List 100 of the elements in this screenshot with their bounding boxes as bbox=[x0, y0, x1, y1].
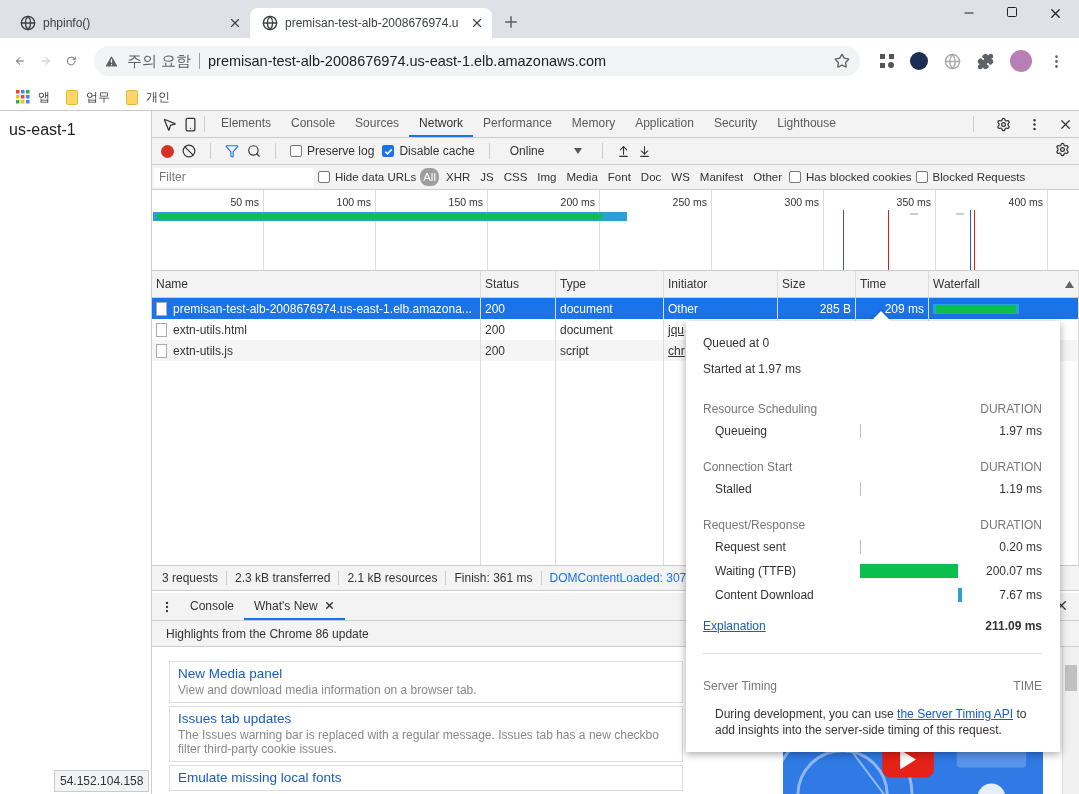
close-icon[interactable] bbox=[1048, 6, 1063, 21]
panel-tab[interactable]: Elements bbox=[211, 111, 282, 137]
column-label: DURATION bbox=[980, 518, 1042, 532]
column-header[interactable]: Type bbox=[556, 271, 664, 297]
panel-tab[interactable]: Sources bbox=[345, 111, 410, 137]
panel-tab[interactable]: Security bbox=[703, 111, 768, 137]
panel-tab[interactable]: Lighthouse bbox=[767, 111, 846, 137]
card-title[interactable]: Issues tab updates bbox=[178, 711, 674, 726]
column-header[interactable]: Time bbox=[856, 271, 929, 297]
checkbox[interactable] bbox=[382, 145, 395, 157]
bookmark-label[interactable]: 개인 bbox=[146, 88, 170, 106]
request-size: 285 B bbox=[819, 301, 851, 316]
search-icon[interactable] bbox=[247, 144, 261, 158]
feature-card[interactable]: New Media panel View and download media information on a browser tab. bbox=[169, 661, 683, 703]
initiator-link[interactable]: jqu bbox=[668, 322, 684, 337]
browser-tab[interactable]: phpinfo() bbox=[8, 8, 250, 38]
panel-tab[interactable]: Memory bbox=[561, 111, 626, 137]
maximize-icon[interactable] bbox=[1006, 6, 1018, 18]
type-filter[interactable]: Manifest bbox=[696, 168, 747, 186]
type-filter[interactable]: Img bbox=[534, 168, 560, 186]
upload-icon[interactable] bbox=[617, 144, 631, 158]
panel-tab[interactable]: Application bbox=[625, 111, 704, 137]
bookmark-label[interactable]: 앱 bbox=[38, 88, 50, 106]
checkbox[interactable] bbox=[789, 171, 802, 183]
panel-tab[interactable]: Console bbox=[281, 111, 346, 137]
checkbox[interactable] bbox=[915, 171, 928, 183]
type-filter[interactable]: Doc bbox=[637, 168, 665, 186]
request-row[interactable]: premisan-test-alb-2008676974.us-east-1.elb.amazona... 200 document Other 285 B 209 ms bbox=[152, 298, 1079, 319]
checkbox-label[interactable]: Blocked Requests bbox=[915, 171, 1026, 183]
filter-icon[interactable] bbox=[225, 144, 239, 158]
section-title: Resource Scheduling bbox=[703, 402, 818, 416]
type-filter[interactable]: JS bbox=[477, 168, 497, 186]
checkbox[interactable] bbox=[318, 171, 330, 183]
settings-icon[interactable] bbox=[996, 116, 1011, 132]
checkbox[interactable] bbox=[290, 145, 302, 157]
type-filter[interactable]: Font bbox=[604, 168, 634, 186]
extension-icon[interactable] bbox=[910, 52, 928, 70]
server-timing-link[interactable]: the Server Timing API bbox=[897, 707, 1014, 721]
checkbox-label[interactable]: Preserve log bbox=[290, 144, 375, 158]
timeline-mark bbox=[910, 213, 918, 215]
total-time: 211.09 ms bbox=[985, 619, 1042, 633]
puzzle-icon[interactable] bbox=[977, 52, 994, 70]
drawer-tab[interactable]: Console bbox=[180, 593, 245, 620]
throttling-select[interactable]: Online bbox=[503, 144, 589, 158]
card-title[interactable]: Emulate missing local fonts bbox=[178, 770, 674, 785]
page-text: us-east-1 bbox=[9, 121, 76, 138]
reload-icon[interactable] bbox=[65, 53, 76, 69]
initiator: Other bbox=[668, 301, 698, 316]
settings-icon[interactable] bbox=[1055, 142, 1070, 157]
folder-icon bbox=[66, 89, 78, 105]
avatar[interactable] bbox=[1010, 50, 1032, 72]
address-bar[interactable]: 주의 요함 premisan-test-alb-2008676974.us-east-1.elb.amazonaws.com bbox=[94, 46, 860, 76]
tick-label: 200 ms bbox=[560, 196, 595, 208]
dom-loaded-line bbox=[843, 210, 844, 270]
new-tab-icon[interactable] bbox=[502, 13, 520, 31]
column-label: DURATION bbox=[980, 402, 1042, 416]
load-line bbox=[974, 210, 975, 270]
column-header[interactable]: Initiator bbox=[664, 271, 778, 297]
drawer-heading: Highlights from the Chrome 86 update bbox=[166, 626, 369, 641]
feature-card[interactable]: Emulate missing local fonts bbox=[169, 765, 683, 791]
record-icon[interactable] bbox=[161, 144, 174, 158]
close-icon[interactable] bbox=[470, 16, 484, 30]
column-header[interactable]: Waterfall bbox=[929, 271, 1079, 297]
download-icon[interactable] bbox=[638, 144, 652, 158]
column-label: DURATION bbox=[980, 460, 1042, 474]
timing-label: Stalled bbox=[715, 482, 753, 496]
column-header[interactable]: Name bbox=[152, 271, 481, 297]
caret-icon bbox=[574, 148, 583, 154]
load-line bbox=[888, 210, 889, 270]
bookmark-label[interactable]: 업무 bbox=[86, 88, 110, 106]
star-icon[interactable] bbox=[834, 53, 850, 69]
sort-icon[interactable] bbox=[1065, 280, 1074, 288]
clear-icon[interactable] bbox=[182, 144, 196, 158]
column-header[interactable]: Status bbox=[481, 271, 556, 297]
timeline-mark bbox=[956, 213, 964, 215]
request-time: 209 ms bbox=[884, 301, 924, 316]
inspect-icon[interactable] bbox=[162, 116, 177, 132]
type-filter[interactable]: XHR bbox=[442, 168, 474, 186]
type-filter[interactable]: Other bbox=[750, 168, 786, 186]
type-filter[interactable]: Media bbox=[563, 168, 601, 186]
initiator-link[interactable]: chr bbox=[668, 343, 685, 358]
explanation-link[interactable]: Explanation bbox=[703, 619, 766, 633]
scrollbar[interactable] bbox=[1062, 647, 1079, 794]
filter-field[interactable]: Filter bbox=[154, 167, 314, 187]
close-icon[interactable] bbox=[228, 16, 242, 30]
close-icon[interactable] bbox=[323, 600, 335, 611]
checkbox-label[interactable]: Hide data URLs bbox=[318, 171, 417, 183]
device-icon[interactable] bbox=[183, 116, 198, 132]
qr-code-icon[interactable] bbox=[880, 54, 894, 68]
panel-tab[interactable]: Performance bbox=[473, 111, 562, 137]
feature-card[interactable]: Issues tab updates The Issues warning bar is replaced with a regular message. Issues tab has a new checkbo filter third-party cookie issues. bbox=[169, 706, 683, 762]
card-description: The Issues warning bar is replaced with a regular message. Issues tab has a new checkbo filter third-party cookie issues. bbox=[178, 728, 660, 756]
column-header[interactable]: Size bbox=[778, 271, 856, 297]
card-title[interactable]: New Media panel bbox=[178, 666, 674, 681]
type-filter[interactable]: CSS bbox=[500, 168, 531, 186]
timing-tick bbox=[860, 540, 861, 554]
timing-label: Waiting (TTFB) bbox=[715, 564, 797, 578]
checkbox-label[interactable]: Disable cache bbox=[382, 144, 475, 158]
type-filter[interactable]: WS bbox=[668, 168, 693, 186]
browser-tab[interactable]: premisan-test-alb-2008676974.u bbox=[250, 8, 492, 38]
